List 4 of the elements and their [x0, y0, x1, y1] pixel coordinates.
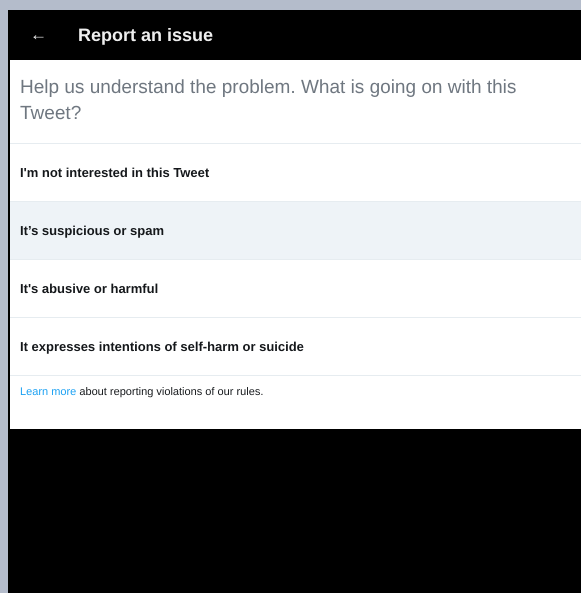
dialog-title: Report an issue: [78, 24, 214, 47]
back-button[interactable]: ←: [10, 22, 48, 48]
report-option[interactable]: It’s suspicious or spam: [10, 202, 581, 260]
footer-text: Learn more about reporting violations of our rules.: [19, 385, 264, 400]
